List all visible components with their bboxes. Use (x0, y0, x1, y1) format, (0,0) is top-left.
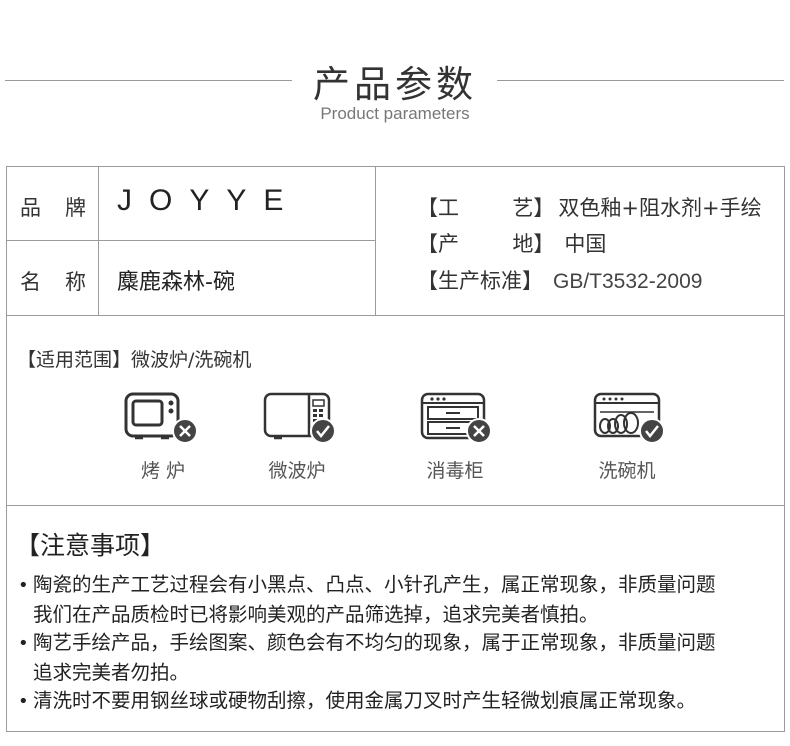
appliance-label-oven: 烤 炉 (140, 460, 186, 482)
microwave-icon (263, 392, 336, 444)
check-badge-icon (639, 418, 665, 444)
appliance-oven (113, 390, 203, 450)
note-item-3: • 清洗时不要用钢丝球或硬物刮擦，使用金属刀叉时产生轻微划痕属正常现象。 (18, 686, 778, 716)
note-bullet: • (18, 633, 29, 654)
cross-badge-icon (172, 418, 198, 444)
page-title: 产品参数 (313, 63, 477, 106)
spec-row-divider (6, 240, 376, 241)
brand-value: JOYYE (117, 184, 301, 217)
notes-title: 【注意事项】 (15, 531, 166, 560)
appliance-dishwasher (582, 390, 672, 450)
standard-value: GB/T3532-2009 (553, 270, 703, 293)
appliance-label-microwave: 微波炉 (268, 460, 326, 482)
oven-icon (124, 392, 198, 444)
standard-row: 【生产标准】 GB/T3532-2009 (417, 265, 702, 295)
note-bullet: • (18, 691, 29, 712)
disinfection-cabinet-icon (420, 392, 492, 444)
appliance-disinfection-cabinet (408, 390, 498, 450)
note-item-2: • 陶艺手绘产品，手绘图案、颜色会有不均匀的现象，属于正常现象，非质量问题 追求完… (18, 631, 716, 684)
appliance-label-dishwasher: 洗碗机 (598, 460, 656, 482)
dishwasher-icon (593, 392, 665, 444)
craft-value: 双色釉+阻水剂+手绘 (558, 196, 762, 220)
usage-title: 【适用范围】微波炉/洗碗机 (17, 349, 252, 371)
craft-row: 【工 艺】 双色釉+阻水剂+手绘 (417, 192, 762, 222)
appliance-label-disinfection-cabinet: 消毒柜 (426, 460, 484, 482)
check-badge-icon (310, 418, 336, 444)
standard-key: 【生产标准】 (417, 269, 543, 293)
name-value: 麋鹿森林-碗 (117, 270, 235, 295)
page-subtitle: Product parameters (320, 104, 470, 123)
origin-row: 【产 地】 中国 (417, 228, 606, 258)
craft-key: 【工 艺】 (417, 196, 555, 220)
name-label: 名称 (20, 270, 86, 294)
origin-key: 【产 地】 (417, 232, 555, 256)
origin-value: 中国 (564, 232, 607, 256)
note-item-1: • 陶瓷的生产工艺过程会有小黑点、凸点、小针孔产生，属正常现象，非质量问题 我们在… (18, 573, 716, 626)
cross-badge-icon (466, 418, 492, 444)
note-bullet: • (18, 575, 29, 596)
brand-label: 品牌 (20, 196, 86, 220)
appliance-microwave (252, 390, 342, 450)
